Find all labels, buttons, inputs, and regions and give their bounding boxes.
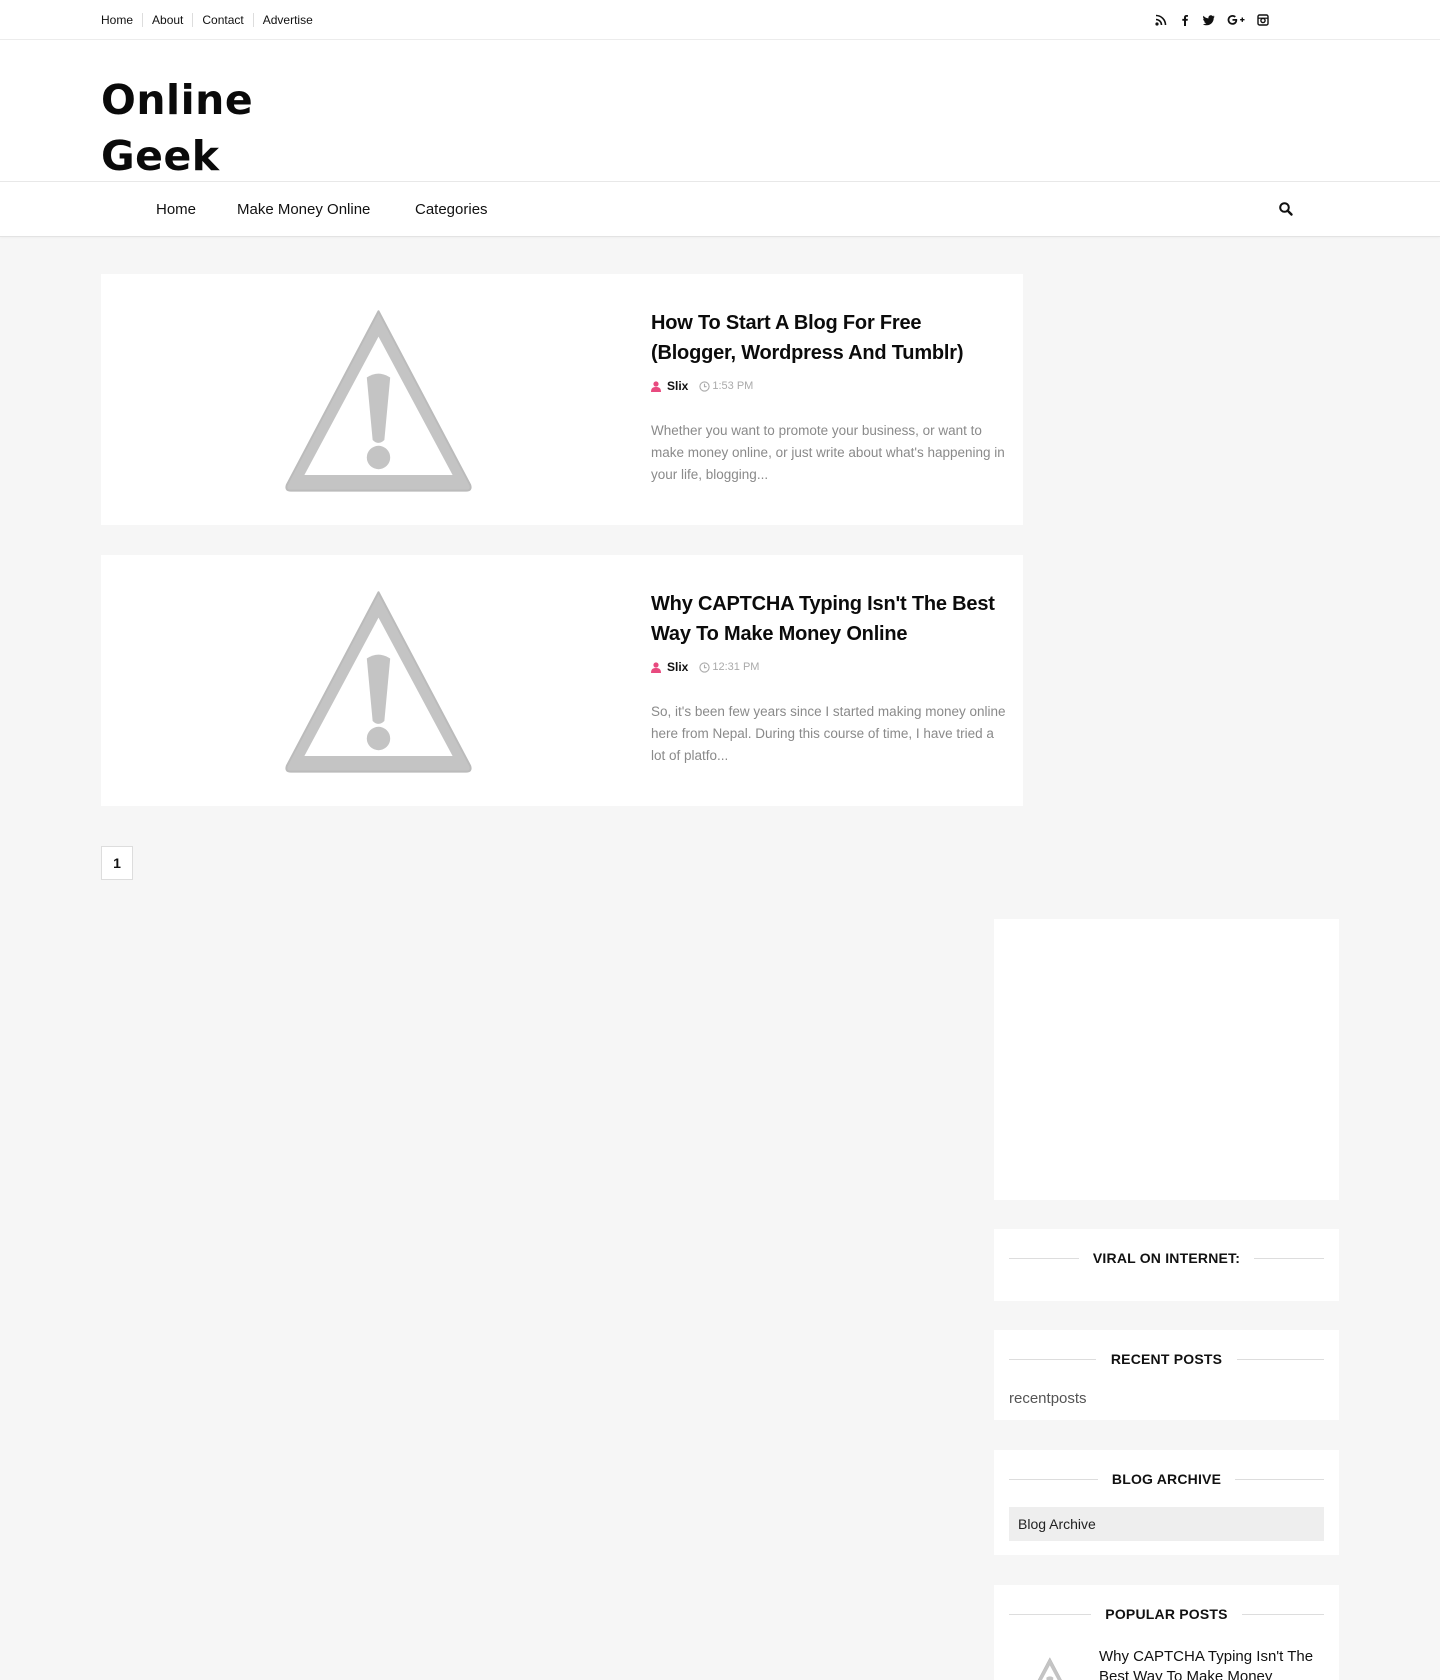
top-links: Home About Contact Advertise [101, 13, 322, 27]
top-link-about[interactable]: About [142, 13, 192, 27]
social-links [1149, 12, 1275, 28]
widget-title: VIRAL ON INTERNET: [1009, 1248, 1324, 1268]
popular-post-title[interactable]: Why CAPTCHA Typing Isn't The Best Way To… [1099, 1647, 1329, 1680]
user-icon [651, 661, 661, 673]
recent-posts-title: RECENT POSTS [1110, 1351, 1223, 1367]
post-author[interactable]: Slix [667, 660, 688, 674]
rss-icon[interactable] [1149, 12, 1173, 28]
post-excerpt: So, it's been few years since I started … [651, 704, 1006, 763]
site-logo[interactable]: Online Geek [101, 72, 253, 184]
pagination-current-page[interactable]: 1 [101, 846, 133, 880]
broken-image-icon [1009, 1649, 1079, 1680]
google-plus-icon[interactable] [1221, 12, 1251, 28]
widget-title: BLOG ARCHIVE [1009, 1469, 1324, 1489]
top-link-home[interactable]: Home [101, 13, 142, 27]
logo-line-1: Online [101, 76, 254, 124]
post-title[interactable]: How To Start A Blog For Free (Blogger, W… [651, 308, 1011, 368]
blog-archive-select[interactable]: Blog Archive [1009, 1507, 1324, 1541]
post-meta: Slix 12:31 PM [651, 660, 759, 674]
nav-item-home[interactable]: Home [156, 201, 196, 218]
post-time: 1:53 PM [712, 380, 754, 392]
post-card: Why CAPTCHA Typing Isn't The Best Way To… [101, 555, 1023, 806]
instagram-icon[interactable] [1251, 12, 1275, 28]
viral-title: VIRAL ON INTERNET: [1092, 1250, 1241, 1266]
logo-line-2: Geek [101, 132, 220, 180]
top-bar: Home About Contact Advertise [0, 0, 1440, 40]
top-link-advertise[interactable]: Advertise [252, 13, 322, 27]
recent-posts-text: recentposts [1009, 1390, 1087, 1407]
clock-icon [699, 380, 711, 392]
search-icon[interactable] [1278, 201, 1294, 217]
nav-item-make-money-online[interactable]: Make Money Online [237, 201, 370, 218]
user-icon [651, 380, 661, 392]
facebook-icon[interactable] [1173, 12, 1197, 28]
top-link-contact[interactable]: Contact [192, 13, 252, 27]
post-title[interactable]: Why CAPTCHA Typing Isn't The Best Way To… [651, 589, 1011, 649]
nav-item-categories[interactable]: Categories [415, 201, 488, 218]
viral-widget: VIRAL ON INTERNET: [994, 1229, 1339, 1301]
post-excerpt: Whether you want to promote your busines… [651, 423, 1005, 482]
blog-archive-title: BLOG ARCHIVE [1111, 1471, 1222, 1487]
recent-posts-widget: RECENT POSTS recentposts [994, 1330, 1339, 1420]
post-time: 12:31 PM [712, 661, 760, 673]
widget-title: POPULAR POSTS [1009, 1604, 1324, 1624]
broken-image-icon[interactable] [281, 300, 476, 498]
twitter-icon[interactable] [1197, 12, 1221, 28]
main-nav: Home Make Money Online Categories [0, 182, 1440, 237]
popular-post-thumbnail[interactable] [1009, 1649, 1079, 1680]
post-meta: Slix 1:53 PM [651, 379, 753, 393]
popular-posts-title: POPULAR POSTS [1105, 1606, 1228, 1622]
site-header: Online Geek [0, 40, 1440, 182]
post-card: How To Start A Blog For Free (Blogger, W… [101, 274, 1023, 525]
ad-widget [994, 919, 1339, 1200]
clock-icon [699, 661, 711, 673]
widget-title: RECENT POSTS [1009, 1349, 1324, 1369]
popular-posts-widget: POPULAR POSTS Why CAPTCHA Typing Isn't T… [994, 1585, 1339, 1680]
broken-image-icon[interactable] [281, 581, 476, 779]
post-author[interactable]: Slix [667, 379, 688, 393]
blog-archive-widget: BLOG ARCHIVE Blog Archive [994, 1450, 1339, 1555]
